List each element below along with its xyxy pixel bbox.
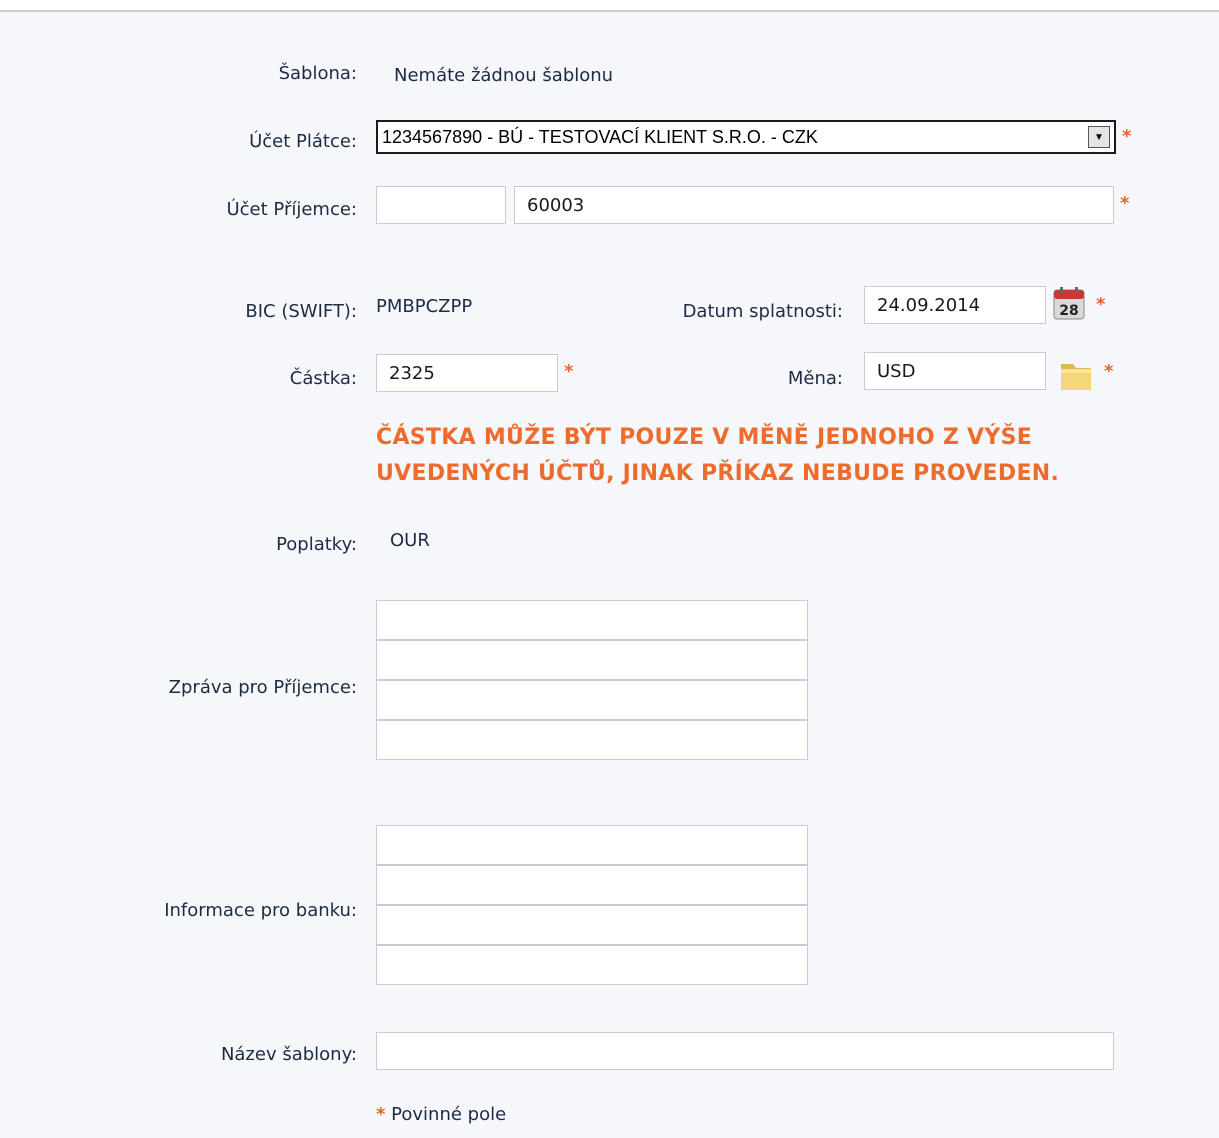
currency-label: Měna: [787,368,843,389]
bank-info-label: Informace pro banku: [164,900,357,921]
template-name-label: Název šablony: [220,1044,357,1065]
bic-value: PMBPCZPP [376,296,473,317]
template-label: Šablona: [278,63,357,84]
bank-info-line-4[interactable] [376,945,808,985]
calendar-day: 28 [1059,303,1078,319]
fees-label: Poplatky: [276,534,357,555]
bank-info-line-2[interactable] [376,865,808,905]
message-line-3[interactable] [376,680,808,720]
chevron-down-icon[interactable]: ▼ [1088,126,1110,148]
bank-info-line-3[interactable] [376,905,808,945]
due-date-input[interactable]: 24.09.2014 [864,286,1046,324]
required-note-text: Povinné pole [391,1104,507,1125]
template-value: Nemáte žádnou šablonu [394,65,614,86]
template-name-input[interactable] [376,1032,1114,1070]
payer-account-label: Účet Plátce: [249,131,357,152]
required-asterisk: * [1096,294,1106,315]
message-line-1[interactable] [376,600,808,640]
message-line-4[interactable] [376,720,808,760]
due-date-label: Datum splatnosti: [682,301,843,322]
bank-info-line-1[interactable] [376,825,808,865]
amount-input[interactable]: 2325 [376,354,558,392]
fees-value: OUR [390,530,430,551]
payer-account-value: 1234567890 - BÚ - TESTOVACÍ KLIENT S.R.O… [382,126,818,147]
required-asterisk: * [564,361,574,382]
amount-label: Částka: [289,368,357,389]
payee-prefix-input[interactable] [376,186,506,224]
top-divider [0,0,1219,12]
currency-input[interactable]: USD [864,352,1046,390]
required-asterisk: * [1122,126,1132,147]
required-asterisk: * [376,1104,386,1125]
required-asterisk: * [1104,361,1114,382]
bic-label: BIC (SWIFT): [245,301,357,322]
calendar-icon[interactable]: 28 [1053,286,1085,320]
folder-icon[interactable] [1058,356,1096,394]
required-asterisk: * [1120,193,1130,214]
required-note: * Povinné pole [376,1104,506,1125]
currency-warning: ČÁSTKA MŮŽE BÝT POUZE V MĚNĚ JEDNOHO Z V… [376,425,1060,486]
payer-account-select[interactable]: 1234567890 - BÚ - TESTOVACÍ KLIENT S.R.O… [376,120,1116,154]
payee-account-label: Účet Příjemce: [226,199,357,220]
message-label: Zpráva pro Příjemce: [168,677,357,698]
payee-number-input[interactable]: 60003 [514,186,1114,224]
message-line-2[interactable] [376,640,808,680]
